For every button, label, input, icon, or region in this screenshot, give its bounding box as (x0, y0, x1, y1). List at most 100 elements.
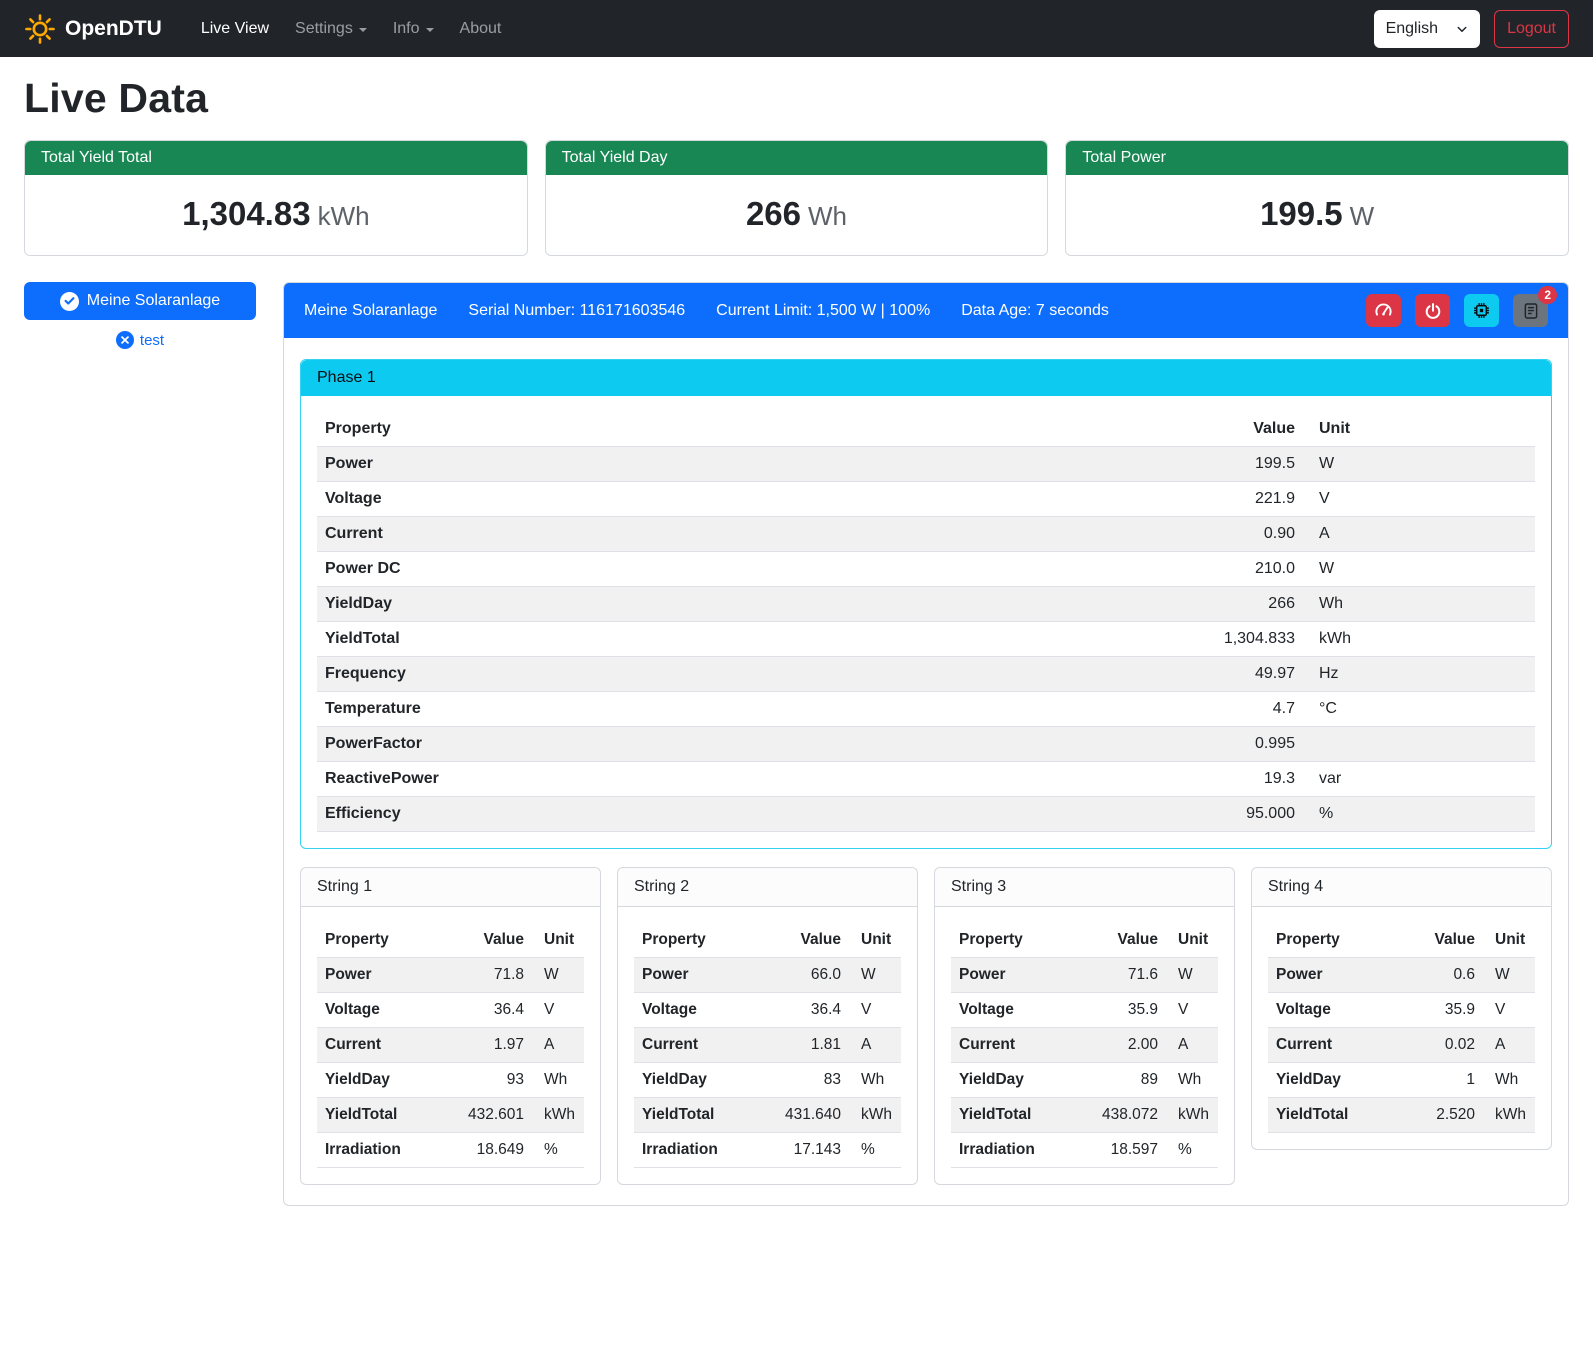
limit-settings-button[interactable] (1366, 294, 1401, 327)
nav-item-about[interactable]: About (447, 12, 515, 46)
nav-item-label: About (460, 20, 502, 38)
property-cell: Irradiation (951, 1133, 1071, 1168)
unit-cell: % (849, 1133, 901, 1168)
strings-row: String 1 Property Value Unit Power71.8W V… (300, 867, 1552, 1185)
table-row: Power71.6W (951, 958, 1218, 993)
value-cell: 19.3 (907, 762, 1303, 797)
value-cell: 95.000 (907, 797, 1303, 832)
inverter-name-label: test (140, 332, 164, 349)
nav-item-live-view[interactable]: Live View (188, 12, 282, 46)
table-row: Voltage35.9V (1268, 993, 1535, 1028)
value-cell: 71.8 (437, 958, 532, 993)
table-header-row: Property Value Unit (634, 923, 901, 958)
table-row: Voltage35.9V (951, 993, 1218, 1028)
value-cell: 35.9 (1399, 993, 1483, 1028)
string-card: String 3 Property Value Unit Power71.6WV… (934, 867, 1235, 1185)
property-cell: Power (317, 958, 437, 993)
table-row: Irradiation18.597% (951, 1133, 1218, 1168)
nav-item-info[interactable]: Info (380, 12, 447, 46)
value-cell: 266 (907, 587, 1303, 622)
cpu-chip-icon (1472, 301, 1491, 320)
value-cell: 210.0 (907, 552, 1303, 587)
property-cell: Voltage (951, 993, 1071, 1028)
unit-cell: % (532, 1133, 584, 1168)
summary-card: Total Power 199.5W (1065, 140, 1569, 256)
string-table: Property Value Unit Power0.6WVoltage35.9… (1268, 923, 1535, 1133)
inverter-item-test[interactable]: test (24, 331, 256, 349)
value-cell: 2.520 (1399, 1098, 1483, 1133)
nav-item-settings[interactable]: Settings (282, 12, 380, 46)
brand-home-link[interactable]: OpenDTU (24, 13, 162, 45)
property-cell: Current (317, 1028, 437, 1063)
property-cell: YieldDay (951, 1063, 1071, 1098)
logout-button[interactable]: Logout (1494, 10, 1569, 48)
value-cell: 4.7 (907, 692, 1303, 727)
x-circle-icon (116, 331, 134, 349)
language-value: English (1386, 20, 1438, 38)
unit-cell (1303, 727, 1535, 762)
table-row: YieldTotal438.072kWh (951, 1098, 1218, 1133)
property-cell: Irradiation (317, 1133, 437, 1168)
value-cell: 431.640 (754, 1098, 849, 1133)
nav-right: English Logout (1374, 10, 1569, 48)
unit-cell: kWh (1483, 1098, 1535, 1133)
property-cell: YieldTotal (634, 1098, 754, 1133)
event-log-button[interactable]: 2 (1513, 294, 1548, 327)
value-cell: 18.649 (437, 1133, 532, 1168)
unit-cell: A (532, 1028, 584, 1063)
unit-cell: % (1166, 1133, 1218, 1168)
value-cell: 1,304.833 (907, 622, 1303, 657)
unit-cell: kWh (1303, 622, 1535, 657)
inverter-current-limit: Current Limit: 1,500 W | 100% (716, 302, 930, 320)
summary-unit: Wh (808, 201, 847, 231)
table-row: ReactivePower19.3var (317, 762, 1535, 797)
language-select[interactable]: English (1374, 10, 1480, 48)
table-row: Power71.8W (317, 958, 584, 993)
table-row: YieldDay89Wh (951, 1063, 1218, 1098)
inverter-sidebar: Meine Solaranlage test (24, 282, 256, 349)
col-header-value: Value (907, 412, 1303, 447)
inverter-serial-number: Serial Number: 116171603546 (468, 302, 685, 320)
string-card: String 1 Property Value Unit Power71.8WV… (300, 867, 601, 1185)
device-info-button[interactable] (1464, 294, 1499, 327)
col-header-value: Value (754, 923, 849, 958)
value-cell: 0.6 (1399, 958, 1483, 993)
table-row: Current2.00A (951, 1028, 1218, 1063)
value-cell: 221.9 (907, 482, 1303, 517)
property-cell: Power (317, 447, 907, 482)
unit-cell: V (1483, 993, 1535, 1028)
value-cell: 2.00 (1071, 1028, 1166, 1063)
inverter-select-button[interactable]: Meine Solaranlage (24, 282, 256, 320)
table-row: YieldTotal2.520kWh (1268, 1098, 1535, 1133)
table-row: Current0.90A (317, 517, 1535, 552)
inverter-name-label: Meine Solaranlage (87, 292, 220, 310)
inverter-action-buttons: 2 (1352, 294, 1548, 327)
table-header-row: Property Value Unit (317, 412, 1535, 447)
table-row: YieldDay83Wh (634, 1063, 901, 1098)
nav-item-label: Info (393, 20, 420, 38)
property-cell: Voltage (317, 482, 907, 517)
property-cell: YieldTotal (951, 1098, 1071, 1133)
property-cell: YieldDay (1268, 1063, 1399, 1098)
inverter-card-header: Meine Solaranlage Serial Number: 1161716… (284, 283, 1568, 338)
property-cell: YieldTotal (317, 622, 907, 657)
value-cell: 18.597 (1071, 1133, 1166, 1168)
property-cell: Voltage (634, 993, 754, 1028)
value-cell: 1 (1399, 1063, 1483, 1098)
table-row: YieldTotal1,304.833kWh (317, 622, 1535, 657)
main-column: Meine Solaranlage Serial Number: 1161716… (283, 282, 1569, 1206)
power-toggle-button[interactable] (1415, 294, 1450, 327)
col-header-property: Property (951, 923, 1071, 958)
table-header-row: Property Value Unit (1268, 923, 1535, 958)
sun-icon (24, 13, 56, 45)
string-card-title: String 1 (301, 868, 600, 907)
table-row: Power66.0W (634, 958, 901, 993)
property-cell: YieldTotal (1268, 1098, 1399, 1133)
string-table: Property Value Unit Power66.0WVoltage36.… (634, 923, 901, 1168)
table-row: Power DC210.0W (317, 552, 1535, 587)
property-cell: Power (634, 958, 754, 993)
col-header-property: Property (634, 923, 754, 958)
property-cell: Efficiency (317, 797, 907, 832)
event-count-badge: 2 (1538, 286, 1557, 304)
unit-cell: Hz (1303, 657, 1535, 692)
